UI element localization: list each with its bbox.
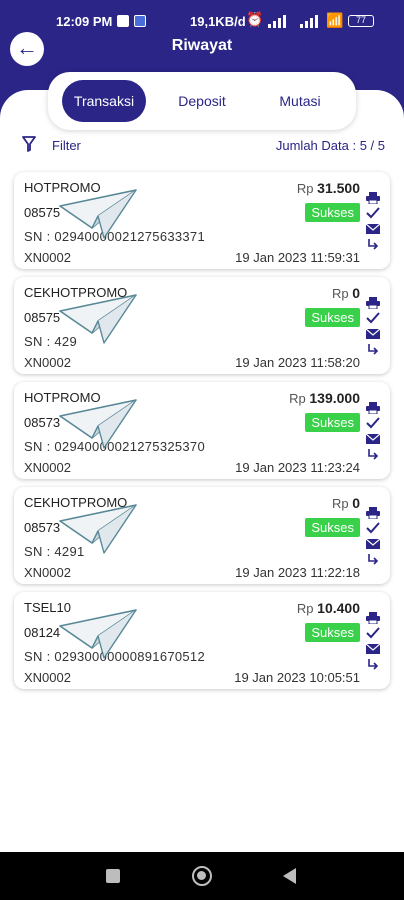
share-icon[interactable] — [366, 554, 380, 566]
print-icon[interactable] — [366, 507, 380, 519]
app-icon — [134, 15, 146, 27]
checkmark-icon[interactable] — [366, 627, 380, 639]
print-icon[interactable] — [366, 402, 380, 414]
filter-button[interactable]: Filter — [52, 138, 81, 153]
transaction-card[interactable]: HOTPROMO Rp 139.000 08573 Sukses SN : 029400… — [14, 382, 390, 479]
amount-value: 139.000 — [309, 390, 360, 406]
mail-icon[interactable] — [366, 223, 380, 235]
transaction-date: 19 Jan 2023 10:05:51 — [234, 670, 360, 685]
transaction-card[interactable]: HOTPROMO Rp 31.500 08575 Sukses SN : 0294000… — [14, 172, 390, 269]
paper-plane-icon — [59, 504, 137, 554]
print-icon[interactable] — [366, 192, 380, 204]
phone-number: 08124 — [24, 625, 61, 640]
paper-plane-icon — [59, 189, 137, 239]
page-title: Riwayat — [171, 37, 233, 54]
system-nav-bar — [0, 852, 404, 900]
status-badge: Sukses — [305, 413, 360, 432]
mail-icon[interactable] — [366, 538, 380, 550]
tab-deposit[interactable]: Deposit — [160, 80, 244, 122]
home-icon[interactable] — [192, 866, 212, 886]
tab-transaksi[interactable]: Transaksi — [62, 80, 146, 122]
currency: Rp — [289, 391, 306, 406]
amount: Rp 0 — [332, 285, 360, 301]
transaction-date: 19 Jan 2023 11:59:31 — [235, 250, 360, 265]
transaction-card[interactable]: CEKHOTPROMO Rp 0 08573 Sukses SN : 4291 XN000… — [14, 487, 390, 584]
alarm-icon: ⏰ — [246, 11, 264, 27]
status-badge: Sukses — [305, 203, 360, 222]
amount-value: 10.400 — [317, 600, 360, 616]
amount: Rp 10.400 — [297, 600, 360, 616]
tab-mutasi[interactable]: Mutasi — [260, 80, 340, 122]
paper-plane-icon — [59, 399, 137, 449]
back-icon[interactable] — [283, 868, 296, 884]
recent-apps-icon[interactable] — [106, 869, 120, 883]
phone-number: 08573 — [24, 520, 61, 535]
tab-bar: Transaksi Deposit Mutasi — [48, 72, 356, 130]
transaction-date: 19 Jan 2023 11:58:20 — [235, 355, 360, 370]
transaction-date: 19 Jan 2023 11:22:18 — [235, 565, 360, 580]
reseller-code: XN0002 — [24, 565, 71, 580]
share-icon[interactable] — [366, 449, 380, 461]
status-time: 12:09 PM — [56, 14, 113, 29]
checkmark-icon[interactable] — [366, 417, 380, 429]
checkmark-icon[interactable] — [366, 522, 380, 534]
status-badge: Sukses — [305, 308, 360, 327]
card-actions — [366, 507, 380, 567]
reseller-code: XN0002 — [24, 460, 71, 475]
reseller-code: XN0002 — [24, 670, 71, 685]
mail-icon[interactable] — [366, 328, 380, 340]
print-icon[interactable] — [366, 612, 380, 624]
reseller-code: XN0002 — [24, 250, 71, 265]
phone-number: 08575 — [24, 205, 61, 220]
mail-icon[interactable] — [366, 433, 380, 445]
status-bar: 12:09 PM 19,1KB/d ⏰ 📶 77 — [0, 0, 404, 30]
currency: Rp — [331, 286, 349, 301]
currency: Rp — [296, 181, 314, 196]
filter-icon[interactable] — [22, 136, 36, 152]
wifi-icon: 📶 — [326, 12, 344, 28]
paper-plane-icon — [59, 294, 137, 344]
data-count: Jumlah Data : 5 / 5 — [275, 138, 385, 153]
battery-icon: 77 — [348, 15, 374, 27]
amount-value: 31.500 — [317, 180, 360, 196]
signal-icon — [300, 15, 318, 28]
phone-number: 08573 — [24, 415, 61, 430]
paper-plane-icon — [59, 609, 137, 659]
signal-icon — [268, 15, 286, 28]
currency: Rp — [331, 496, 349, 511]
share-icon[interactable] — [366, 239, 380, 251]
card-actions — [366, 297, 380, 357]
mail-icon[interactable] — [366, 643, 380, 655]
amount: Rp 31.500 — [297, 180, 360, 196]
status-badge: Sukses — [305, 623, 360, 642]
amount: Rp 139.000 — [289, 390, 360, 406]
amount-value: 0 — [352, 495, 360, 511]
print-icon[interactable] — [366, 297, 380, 309]
amount: Rp 0 — [332, 495, 360, 511]
transaction-date: 19 Jan 2023 11:23:24 — [235, 460, 360, 475]
transaction-card[interactable]: CEKHOTPROMO Rp 0 08575 Sukses SN : 429 XN0002… — [14, 277, 390, 374]
notification-icon — [117, 15, 129, 27]
reseller-code: XN0002 — [24, 355, 71, 370]
amount-value: 0 — [352, 285, 360, 301]
checkmark-icon[interactable] — [366, 312, 380, 324]
status-badge: Sukses — [305, 518, 360, 537]
share-icon[interactable] — [366, 344, 380, 356]
filter-row: Filter Jumlah Data : 5 / 5 — [0, 134, 404, 156]
card-actions — [366, 192, 380, 252]
card-actions — [366, 612, 380, 672]
network-speed: 19,1KB/d — [190, 14, 246, 29]
phone-number: 08575 — [24, 310, 61, 325]
currency: Rp — [296, 601, 314, 616]
checkmark-icon[interactable] — [366, 207, 380, 219]
share-icon[interactable] — [366, 659, 380, 671]
transaction-card[interactable]: TSEL10 Rp 10.400 08124 Sukses SN : 029300000… — [14, 592, 390, 689]
card-actions — [366, 402, 380, 462]
